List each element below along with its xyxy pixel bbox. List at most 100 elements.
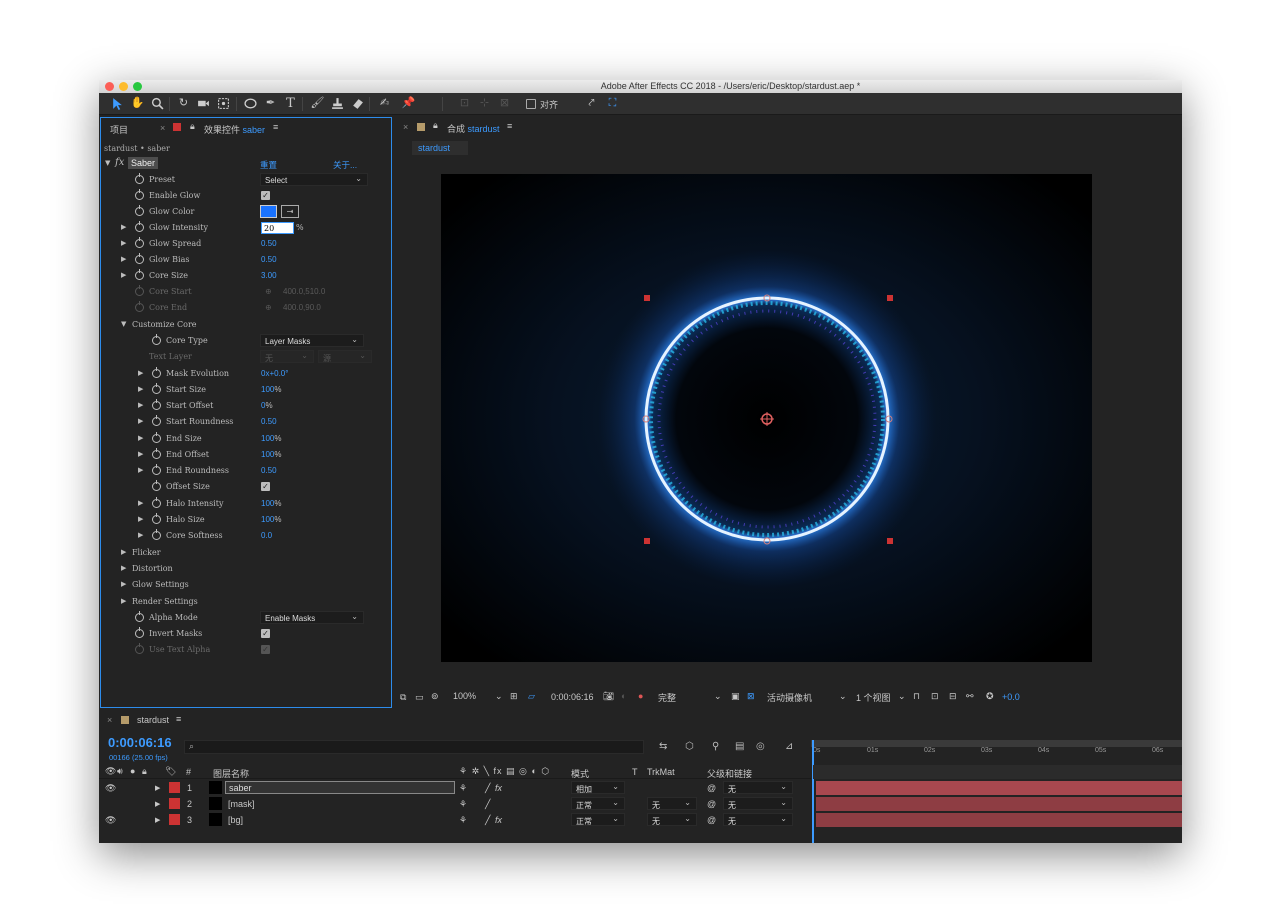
- resolution-dropdown[interactable]: 完整 ⌄: [658, 691, 724, 705]
- expand-triangle-icon[interactable]: ▶: [138, 434, 143, 442]
- layer-name[interactable]: saber: [225, 781, 455, 794]
- pick-whip-icon[interactable]: @: [707, 783, 716, 793]
- stopwatch-icon[interactable]: [135, 269, 144, 280]
- end-offset-value[interactable]: 100%: [261, 450, 281, 459]
- trkmat-dropdown[interactable]: 无 ⌄: [647, 813, 697, 826]
- label-column-icon[interactable]: 🏷︎: [165, 766, 176, 777]
- stopwatch-icon[interactable]: [135, 205, 144, 216]
- shy-switch-icon[interactable]: ⚘: [459, 815, 467, 826]
- display-icon[interactable]: ▭: [415, 692, 424, 703]
- panel-menu-icon[interactable]: ≡: [507, 121, 512, 131]
- local-axis-icon[interactable]: ⊡: [456, 95, 473, 112]
- stopwatch-icon[interactable]: [135, 173, 144, 184]
- prop-group-flicker[interactable]: ▶ Flicker: [101, 545, 391, 561]
- layer-duration-bar[interactable]: [816, 813, 1182, 827]
- shy-layers-icon[interactable]: ⚲: [712, 741, 719, 752]
- stopwatch-icon[interactable]: [152, 399, 161, 410]
- effect-name[interactable]: Saber: [128, 157, 159, 169]
- fx-switch-icon[interactable]: fx: [495, 815, 502, 825]
- core-softness-value[interactable]: 0.0: [261, 531, 272, 540]
- tab-composition[interactable]: 合成 stardust: [447, 122, 500, 135]
- eraser-tool-icon[interactable]: [349, 95, 366, 112]
- stopwatch-icon[interactable]: [152, 448, 161, 459]
- stopwatch-icon[interactable]: [152, 334, 161, 345]
- glow-intensity-input[interactable]: 20: [261, 222, 294, 234]
- collapse-triangle-icon[interactable]: ▼: [121, 320, 126, 328]
- fx-switch-icon[interactable]: fx: [495, 783, 502, 793]
- reset-link[interactable]: 重置: [260, 159, 277, 171]
- hand-tool-icon[interactable]: ✋: [129, 95, 146, 112]
- brush-tool-icon[interactable]: 🖌: [309, 95, 326, 112]
- expand-triangle-icon[interactable]: ▶: [155, 800, 160, 808]
- pick-whip-icon[interactable]: @: [707, 799, 716, 809]
- about-link[interactable]: 关于...: [333, 159, 357, 171]
- prop-group-distortion[interactable]: ▶ Distortion: [101, 561, 391, 577]
- label-color-swatch[interactable]: [169, 798, 180, 809]
- stopwatch-icon[interactable]: [135, 253, 144, 264]
- expand-triangle-icon[interactable]: ▶: [121, 597, 126, 605]
- parent-dropdown[interactable]: 无 ⌄: [723, 797, 793, 810]
- vr-icon[interactable]: ⊚: [431, 691, 439, 702]
- expand-triangle-icon[interactable]: ▶: [121, 548, 126, 556]
- world-axis-icon[interactable]: ⊹: [476, 95, 493, 112]
- selection-tool-icon[interactable]: [109, 95, 126, 112]
- eyedropper-icon[interactable]: ⇥: [281, 205, 299, 218]
- time-ruler[interactable]: 0s 01s 02s 03s 04s 05s 06s: [811, 740, 1182, 760]
- type-tool-icon[interactable]: T: [282, 95, 299, 112]
- stopwatch-icon[interactable]: [135, 627, 144, 638]
- exposure-value[interactable]: +0.0: [1002, 692, 1020, 702]
- work-area-bar[interactable]: [811, 740, 1182, 747]
- mask-visibility-icon[interactable]: ▱: [528, 691, 535, 702]
- flowchart-icon[interactable]: ⚯: [966, 691, 974, 702]
- ellipse-tool-icon[interactable]: [242, 95, 259, 112]
- channel-icon[interactable]: ●: [638, 691, 643, 701]
- camera-tool-icon[interactable]: [195, 95, 212, 112]
- expand-triangle-icon[interactable]: ▶: [155, 816, 160, 824]
- layer-name[interactable]: [mask]: [228, 799, 255, 809]
- halo-intensity-value[interactable]: 100%: [261, 499, 281, 508]
- quality-switch-icon[interactable]: ╱: [485, 799, 490, 810]
- tab-project[interactable]: 项目: [110, 123, 128, 136]
- parent-dropdown[interactable]: 无 ⌄: [723, 781, 793, 794]
- motion-blur-icon[interactable]: ◎: [756, 741, 765, 752]
- eye-icon[interactable]: 👁︎: [105, 815, 116, 826]
- camera-dropdown[interactable]: 活动摄像机 ⌄: [767, 691, 849, 705]
- comp-mini-flowchart-icon[interactable]: ⇆: [659, 741, 667, 752]
- snap-checkbox[interactable]: [526, 99, 536, 109]
- stopwatch-icon[interactable]: [152, 367, 161, 378]
- snap-target-icon[interactable]: ⛶: [604, 95, 621, 112]
- stopwatch-icon[interactable]: [152, 480, 161, 491]
- timeline-icon[interactable]: ⊟: [949, 691, 957, 702]
- roto-brush-tool-icon[interactable]: ✍: [376, 95, 393, 112]
- layer-name[interactable]: [bg]: [228, 815, 243, 825]
- end-roundness-value[interactable]: 0.50: [261, 466, 277, 475]
- expand-triangle-icon[interactable]: ▶: [138, 369, 143, 377]
- stopwatch-icon[interactable]: [135, 237, 144, 248]
- exposure-icon[interactable]: ✪: [986, 691, 994, 702]
- stopwatch-icon[interactable]: [152, 497, 161, 508]
- snapshot-icon[interactable]: 📷︎: [603, 691, 614, 702]
- tab-timeline[interactable]: stardust: [137, 715, 169, 725]
- shy-switch-icon[interactable]: ⚘: [459, 783, 467, 794]
- transparency-grid-icon[interactable]: ⊠: [747, 691, 755, 702]
- stopwatch-icon[interactable]: [152, 529, 161, 540]
- blend-mode-dropdown[interactable]: 相加 ⌄: [571, 781, 625, 794]
- alpha-mode-dropdown[interactable]: Enable Masks ⌄: [260, 611, 364, 624]
- close-tab-icon[interactable]: ×: [107, 715, 112, 725]
- quality-switch-icon[interactable]: ╱: [485, 783, 490, 794]
- expand-triangle-icon[interactable]: ▶: [138, 499, 143, 507]
- pixel-aspect-icon[interactable]: ⊓: [913, 691, 920, 702]
- prop-group-render-settings[interactable]: ▶ Render Settings: [101, 594, 391, 610]
- start-roundness-value[interactable]: 0.50: [261, 417, 277, 426]
- prop-group-glow-settings[interactable]: ▶ Glow Settings: [101, 577, 391, 593]
- current-time-display[interactable]: 0:00:06:16: [551, 692, 594, 702]
- timeline-timecode[interactable]: 0:00:06:16: [108, 735, 172, 750]
- pan-behind-tool-icon[interactable]: [215, 95, 232, 112]
- fx-icon[interactable]: fx: [115, 157, 124, 168]
- stopwatch-icon[interactable]: [135, 221, 144, 232]
- lock-icon[interactable]: 🔒︎: [433, 120, 438, 131]
- expand-triangle-icon[interactable]: ▶: [138, 466, 143, 474]
- glow-bias-value[interactable]: 0.50: [261, 255, 277, 264]
- expand-triangle-icon[interactable]: ▶: [121, 271, 126, 279]
- stopwatch-icon[interactable]: [135, 189, 144, 200]
